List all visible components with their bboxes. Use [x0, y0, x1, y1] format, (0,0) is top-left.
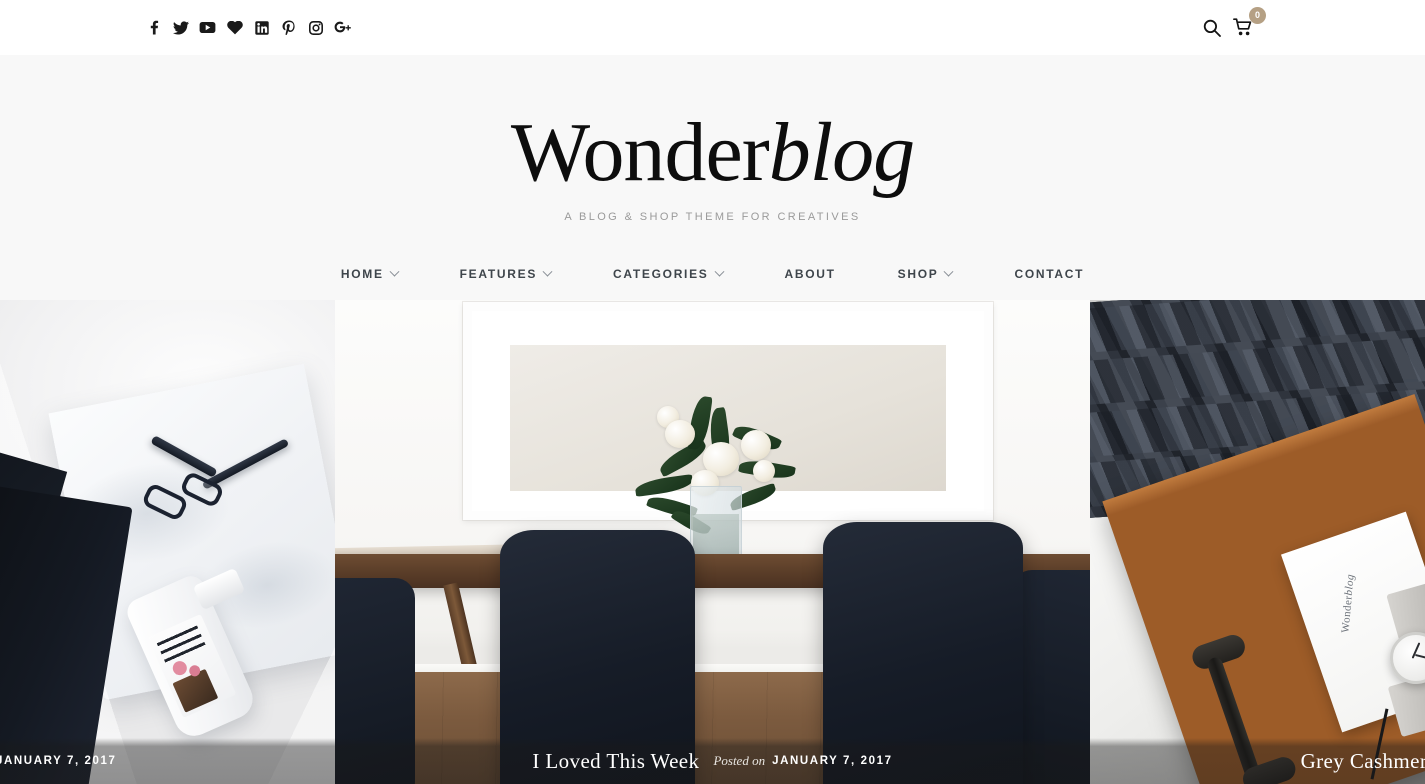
chevron-down-icon: [714, 266, 724, 277]
social-link-linkedin[interactable]: [248, 14, 275, 41]
social-link-instagram[interactable]: [302, 14, 329, 41]
slide-center-image: [335, 300, 1090, 784]
nav-item-features[interactable]: FEATURES: [429, 266, 582, 281]
social-link-facebook[interactable]: [140, 14, 167, 41]
nav-label-features: FEATURES: [459, 267, 538, 281]
facebook-icon: [150, 20, 159, 35]
slide-left-date: JANUARY 7, 2017: [0, 755, 117, 767]
nav-label-categories: CATEGORIES: [613, 267, 709, 281]
slide-center-posted-label: Posted on: [713, 753, 766, 768]
hero-slider[interactable]: JANUARY 7, 2017 I Loved This Week Posted…: [0, 300, 1425, 784]
social-link-twitter[interactable]: [167, 14, 194, 41]
slide-left[interactable]: JANUARY 7, 2017: [0, 300, 335, 784]
site-tagline: A BLOG & SHOP THEME FOR CREATIVES: [564, 211, 861, 223]
slide-center-title: I Loved This Week: [532, 748, 700, 773]
nav-label-home: HOME: [340, 267, 384, 281]
site-logo[interactable]: Wonderblog: [511, 111, 915, 195]
nav-item-home[interactable]: HOME: [310, 266, 429, 281]
linkedin-icon: [254, 20, 269, 35]
slide-right-title: Grey Cashmere: [1300, 748, 1425, 773]
social-link-youtube[interactable]: [194, 14, 221, 41]
social-links: [140, 14, 356, 41]
search-icon: [1203, 19, 1221, 37]
twitter-icon: [172, 20, 189, 34]
main-navigation: HOME FEATURES CATEGORIES ABOUT SHOP CONT…: [0, 248, 1425, 300]
chevron-down-icon: [944, 266, 954, 277]
slide-right-image: Wonderblog: [1090, 300, 1425, 784]
nav-item-contact[interactable]: CONTACT: [983, 267, 1115, 281]
slide-right[interactable]: Wonderblog Grey Cashmere: [1090, 300, 1425, 784]
top-utility-bar: 0: [0, 0, 1425, 55]
site-header: Wonderblog A BLOG & SHOP THEME FOR CREAT…: [0, 55, 1425, 300]
heart-icon: [226, 20, 243, 34]
logo-primary-text: Wonder: [510, 106, 770, 199]
social-link-pinterest[interactable]: [275, 14, 302, 41]
nav-label-shop: SHOP: [897, 267, 939, 281]
nav-item-categories[interactable]: CATEGORIES: [582, 266, 753, 281]
social-link-googleplus[interactable]: [329, 14, 356, 41]
nav-label-about: ABOUT: [784, 267, 836, 281]
social-link-bloglovin[interactable]: [221, 14, 248, 41]
slide-right-caption: Grey Cashmere: [1090, 738, 1425, 784]
google-plus-icon: [334, 21, 351, 33]
slide-center-date: JANUARY 7, 2017: [772, 755, 893, 767]
slide-left-image: [0, 300, 335, 784]
nav-item-about[interactable]: ABOUT: [754, 267, 867, 281]
top-right-actions: 0: [1203, 6, 1266, 41]
instagram-icon: [308, 20, 323, 35]
slide-center-caption: I Loved This Week Posted on JANUARY 7, 2…: [335, 738, 1090, 784]
search-button[interactable]: [1203, 19, 1221, 37]
cart-count-badge: 0: [1249, 6, 1266, 24]
chevron-down-icon: [542, 266, 553, 277]
slide-left-caption: JANUARY 7, 2017: [0, 738, 335, 784]
logo-accent-text: blog: [768, 106, 915, 199]
slide-center[interactable]: I Loved This Week Posted on JANUARY 7, 2…: [335, 300, 1090, 784]
cart-button[interactable]: 0: [1233, 6, 1266, 41]
nav-item-shop[interactable]: SHOP: [867, 266, 984, 281]
pinterest-icon: [282, 20, 295, 35]
card-brand-text: Wonderblog: [1339, 573, 1357, 634]
chevron-down-icon: [389, 266, 400, 277]
youtube-icon: [199, 22, 216, 33]
nav-label-contact: CONTACT: [1014, 267, 1085, 281]
